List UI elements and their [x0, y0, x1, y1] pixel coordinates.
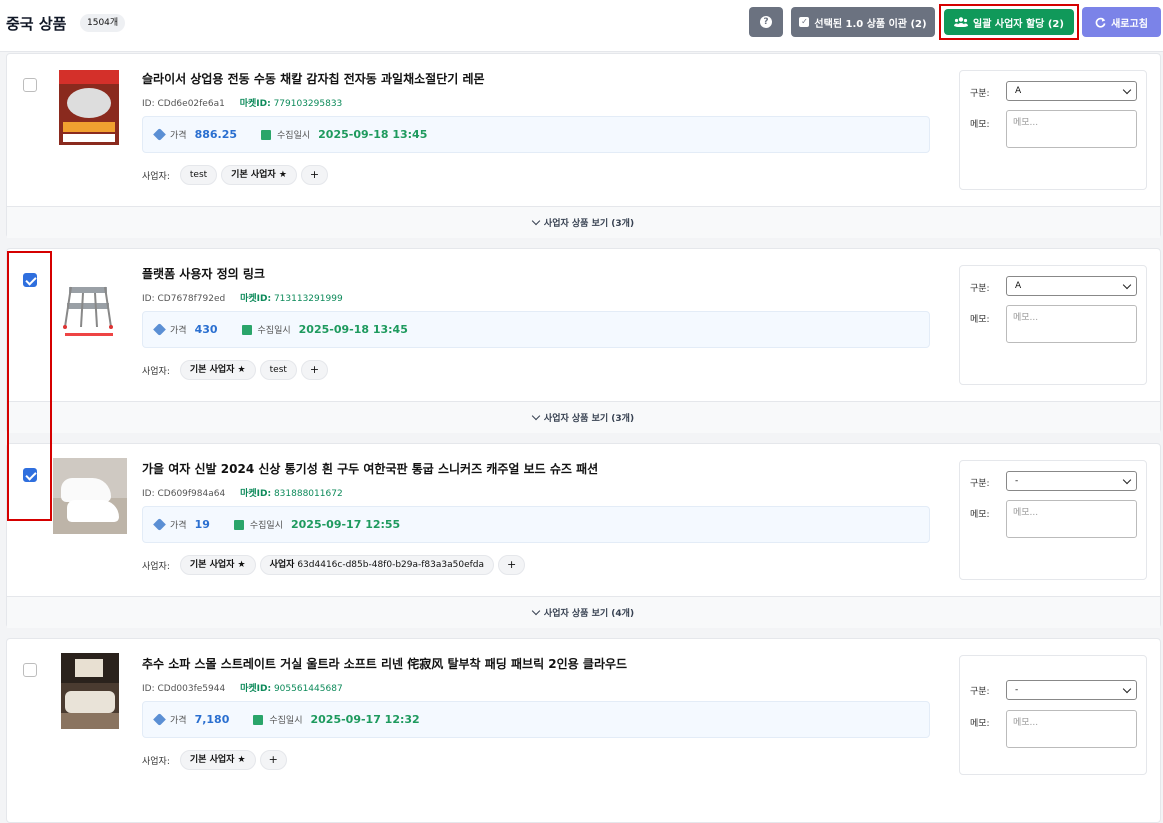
product-info-box: 가격 430 수집일시 2025-09-18 13:45 — [142, 311, 930, 348]
top-bar: 중국 상품 1504개 ? ✓ 선택된 1.0 상품 이관 (2) 일괄 사업자… — [0, 0, 1163, 52]
bulk-assign-label: 일괄 사업자 할당 (2) — [973, 18, 1064, 30]
product-id: CD7678f792ed — [157, 294, 226, 304]
add-business-button[interactable]: + — [300, 360, 329, 380]
calendar-icon — [233, 519, 244, 530]
product-side-panel: 구분: - 메모: 메모... — [959, 655, 1147, 775]
category-select[interactable]: - — [1006, 471, 1137, 491]
collected-date: 2025-09-18 13:45 — [318, 128, 428, 141]
market-id: 779103295833 — [273, 99, 343, 109]
product-name[interactable]: 가을 여자 신발 2024 신상 통기성 흰 구두 여한국판 통굽 스니커즈 캐… — [142, 460, 598, 477]
page-title: 중국 상품 — [6, 15, 67, 33]
view-business-products-toggle[interactable]: 사업자 상품 보기 (4개) — [7, 596, 1160, 628]
product-price: 430 — [194, 323, 218, 336]
market-id: 831888011672 — [273, 489, 343, 499]
product-info-box: 가격 886.25 수집일시 2025-09-18 13:45 — [142, 116, 930, 153]
product-side-panel: 구분: - 메모: 메모... — [959, 460, 1147, 580]
refresh-button[interactable]: 새로고침 — [1082, 7, 1161, 37]
collected-date: 2025-09-17 12:55 — [291, 518, 401, 531]
product-count-badge: 1504개 — [80, 14, 126, 32]
business-row: 사업자: 기본 사업자 ★ + — [142, 750, 287, 770]
memo-textarea[interactable]: 메모... — [1006, 110, 1137, 148]
chevron-down-icon — [1122, 475, 1132, 485]
chevron-down-icon — [1122, 280, 1132, 290]
business-pill[interactable]: 사업자 63d4416c-d85b-48f0-b29a-f83a3a50efda — [259, 555, 495, 575]
product-thumbnail — [59, 265, 119, 340]
business-pill[interactable]: 기본 사업자 ★ — [179, 750, 256, 770]
migrate-selected-label: 선택된 1.0 상품 이관 (2) — [814, 18, 927, 30]
users-icon — [954, 17, 969, 27]
product-info-box: 가격 19 수집일시 2025-09-17 12:55 — [142, 506, 930, 543]
market-id: 713113291999 — [273, 294, 343, 304]
product-price: 886.25 — [194, 128, 238, 141]
tag-icon — [153, 713, 166, 726]
help-button[interactable]: ? — [749, 7, 783, 37]
product-side-panel: 구분: A 메모: 메모... — [959, 70, 1147, 190]
business-pill[interactable]: test — [179, 165, 218, 185]
refresh-label: 새로고침 — [1111, 18, 1148, 30]
business-row: 사업자: test 기본 사업자 ★ + — [142, 165, 329, 185]
product-ids: ID: CD7678f792ed 마켓ID: 713113291999 — [142, 294, 343, 304]
bulk-assign-business-button[interactable]: 일괄 사업자 할당 (2) — [944, 9, 1074, 35]
chevron-down-icon — [531, 606, 541, 615]
add-business-button[interactable]: + — [498, 555, 526, 575]
business-pill[interactable]: 기본 사업자 ★ — [179, 555, 256, 575]
product-ids: ID: CD609f984a64 마켓ID: 831888011672 — [142, 489, 343, 499]
tag-icon — [153, 128, 166, 141]
collected-date: 2025-09-17 12:32 — [310, 713, 420, 726]
add-business-button[interactable]: + — [300, 165, 329, 185]
product-name[interactable]: 플랫폼 사용자 정의 링크 — [142, 265, 265, 282]
category-select[interactable]: A — [1006, 81, 1137, 101]
selected-checkboxes-highlight — [7, 251, 52, 521]
product-name[interactable]: 슬라이서 상업용 전동 수동 채칼 감자칩 전자동 과일채소절단기 레몬 — [142, 70, 485, 87]
chevron-down-icon — [531, 216, 541, 225]
product-price: 19 — [194, 518, 210, 531]
product-card: 플랫폼 사용자 정의 링크 ID: CD7678f792ed 마켓ID: 713… — [6, 248, 1161, 433]
chevron-down-icon — [1122, 684, 1132, 694]
product-thumbnail — [53, 458, 127, 534]
product-card: 추수 소파 스몰 스트레이트 거실 울트라 소프트 리넨 侘寂风 탈부착 패딩 … — [6, 638, 1161, 823]
product-id: CD609f984a64 — [157, 489, 226, 499]
collected-date: 2025-09-18 13:45 — [298, 323, 408, 336]
product-select-checkbox[interactable] — [23, 78, 37, 92]
product-info-box: 가격 7,180 수집일시 2025-09-17 12:32 — [142, 701, 930, 738]
business-row: 사업자: 기본 사업자 ★ 사업자 63d4416c-d85b-48f0-b29… — [142, 555, 526, 575]
chevron-down-icon — [531, 411, 541, 420]
refresh-icon — [1095, 17, 1106, 28]
business-pill[interactable]: 기본 사업자 ★ — [179, 360, 256, 380]
memo-textarea[interactable]: 메모... — [1006, 710, 1137, 748]
product-id: CDd6e02fe6a1 — [157, 99, 225, 109]
product-card: 슬라이서 상업용 전동 수동 채칼 감자칩 전자동 과일채소절단기 레몬 ID:… — [6, 53, 1161, 238]
product-name[interactable]: 추수 소파 스몰 스트레이트 거실 울트라 소프트 리넨 侘寂风 탈부착 패딩 … — [142, 655, 627, 672]
calendar-icon — [261, 129, 272, 140]
category-select[interactable]: A — [1006, 276, 1137, 296]
product-thumbnail — [59, 70, 119, 145]
product-ids: ID: CDd6e02fe6a1 마켓ID: 779103295833 — [142, 99, 343, 109]
business-pill[interactable]: 기본 사업자 ★ — [221, 165, 297, 185]
add-business-button[interactable]: + — [259, 750, 287, 770]
memo-textarea[interactable]: 메모... — [1006, 500, 1137, 538]
product-ids: ID: CDd003fe5944 마켓ID: 905561445687 — [142, 684, 343, 694]
product-id: CDd003fe5944 — [157, 684, 226, 694]
memo-textarea[interactable]: 메모... — [1006, 305, 1137, 343]
check-square-icon: ✓ — [799, 17, 810, 27]
migrate-selected-button[interactable]: ✓ 선택된 1.0 상품 이관 (2) — [791, 7, 935, 37]
product-thumbnail — [61, 653, 119, 729]
product-select-checkbox[interactable] — [23, 663, 37, 677]
view-business-products-toggle[interactable]: 사업자 상품 보기 (3개) — [7, 206, 1160, 238]
chevron-down-icon — [1122, 85, 1132, 95]
calendar-icon — [241, 324, 252, 335]
product-price: 7,180 — [194, 713, 230, 726]
business-pill[interactable]: test — [259, 360, 297, 380]
question-icon: ? — [760, 16, 772, 28]
category-select[interactable]: - — [1006, 680, 1137, 700]
product-side-panel: 구분: A 메모: 메모... — [959, 265, 1147, 385]
business-row: 사업자: 기본 사업자 ★ test + — [142, 360, 329, 380]
market-id: 905561445687 — [273, 684, 343, 694]
assign-highlight-box: 일괄 사업자 할당 (2) — [939, 4, 1079, 40]
calendar-icon — [253, 714, 264, 725]
view-business-products-toggle[interactable]: 사업자 상품 보기 (3개) — [7, 401, 1160, 433]
tag-icon — [153, 518, 166, 531]
tag-icon — [153, 323, 166, 336]
product-card: 가을 여자 신발 2024 신상 통기성 흰 구두 여한국판 통굽 스니커즈 캐… — [6, 443, 1161, 628]
